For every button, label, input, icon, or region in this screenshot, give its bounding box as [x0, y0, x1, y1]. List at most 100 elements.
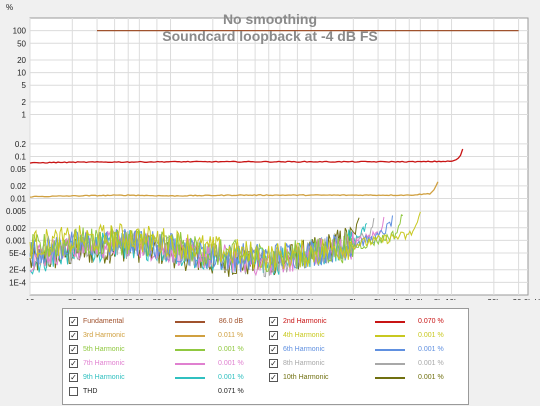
legend-swatch-line	[175, 335, 205, 337]
legend-value: 0.001 %	[218, 374, 244, 381]
legend-value: 86.0 dB	[218, 318, 243, 325]
chart-subtitle: Soundcard loopback at -4 dB FS	[162, 28, 377, 44]
y-tick-label: 20	[17, 56, 26, 65]
chart-svg: 102030405060801002003004005006008001k2k3…	[6, 3, 540, 300]
legend-value: 0.070 %	[418, 318, 444, 325]
y-tick-label: 5	[22, 81, 27, 90]
legend-value: 0.001 %	[218, 360, 244, 367]
x-tick-label: 30	[93, 298, 102, 300]
legend-checkbox-5th-harmonic[interactable]: ✓	[69, 345, 78, 354]
x-tick-label: 20	[68, 298, 77, 300]
legend-checkbox-8th-harmonic[interactable]: ✓	[269, 359, 278, 368]
legend-value: 0.001 %	[218, 346, 244, 353]
legend-checkbox-thd[interactable]	[69, 387, 78, 396]
legend-label: 6th Harmonic	[283, 346, 325, 353]
legend-label: 8th Harmonic	[283, 360, 325, 367]
legend-checkbox-10th-harmonic[interactable]: ✓	[269, 373, 278, 382]
x-tick-label: 80	[152, 298, 161, 300]
legend-label: 10th Harmonic	[283, 374, 329, 381]
y-tick-label: 0.005	[6, 207, 27, 216]
legend-swatch-line	[175, 321, 205, 323]
legend-swatch-line	[375, 321, 405, 323]
y-tick-label: 2	[22, 98, 27, 107]
legend-swatch-line	[175, 349, 205, 351]
x-tick-label: 30.0k Hz	[513, 298, 540, 300]
y-tick-label: 0.01	[10, 194, 26, 203]
legend-label: 2nd Harmonic	[283, 318, 327, 325]
x-tick-label: 300	[231, 298, 245, 300]
legend-checkbox-4th-harmonic[interactable]: ✓	[269, 331, 278, 340]
legend-checkbox-fundamental[interactable]: ✓	[69, 317, 78, 326]
legend-checkbox-3rd-harmonic[interactable]: ✓	[69, 331, 78, 340]
y-tick-label: 5E-4	[9, 249, 26, 258]
y-tick-label: 2E-4	[9, 266, 26, 275]
y-unit-label: %	[6, 3, 13, 12]
legend-swatch-line	[175, 377, 205, 379]
x-tick-label: 60	[135, 298, 144, 300]
legend-checkbox-6th-harmonic[interactable]: ✓	[269, 345, 278, 354]
legend-label: Fundamental	[83, 318, 124, 325]
x-tick-label: 20k	[487, 298, 501, 300]
y-tick-label: 10	[17, 69, 26, 78]
y-tick-label: 0.002	[6, 224, 27, 233]
legend-checkbox-9th-harmonic[interactable]: ✓	[69, 373, 78, 382]
y-tick-label: 0.1	[15, 153, 27, 162]
x-tick-label: 3k	[374, 298, 383, 300]
legend-item-3rd-harmonic: ✓ 3rd Harmonic 0.011 %	[63, 329, 263, 342]
y-tick-label: 100	[13, 27, 27, 36]
x-tick-label: 40	[110, 298, 119, 300]
y-tick-label: 0.05	[10, 165, 26, 174]
x-tick-label: 200	[206, 298, 220, 300]
legend-label: 4th Harmonic	[283, 332, 325, 339]
legend-item-fundamental: ✓ Fundamental 86.0 dB	[63, 315, 263, 328]
y-tick-label: 0.001	[6, 236, 27, 245]
legend-item-6th-harmonic: ✓ 6th Harmonic 0.001 %	[263, 343, 463, 356]
legend-row: ✓ Fundamental 86.0 dB ✓ 2nd Harmonic 0.070 %	[63, 315, 468, 328]
legend-item-5th-harmonic: ✓ 5th Harmonic 0.001 %	[63, 343, 263, 356]
x-tick-label: 10k	[445, 298, 459, 300]
legend-panel: ✓ Fundamental 86.0 dB ✓ 2nd Harmonic 0.070 % ✓…	[62, 308, 469, 405]
legend-checkbox-2nd-harmonic[interactable]: ✓	[269, 317, 278, 326]
legend-item-2nd-harmonic: ✓ 2nd Harmonic 0.070 %	[263, 315, 463, 328]
legend-item-thd: THD 0.071 %	[63, 385, 263, 398]
legend-value: 0.001 %	[418, 374, 444, 381]
legend-item-10th-harmonic: ✓ 10th Harmonic 0.001 %	[263, 371, 463, 384]
legend-swatch-line	[375, 377, 405, 379]
legend-swatch-line	[375, 335, 405, 337]
x-tick-label: 10	[26, 298, 35, 300]
x-tick-label: 2k	[349, 298, 358, 300]
y-tick-label: 0.02	[10, 182, 26, 191]
legend-item-4th-harmonic: ✓ 4th Harmonic 0.001 %	[263, 329, 463, 342]
legend-row: ✓ 7th Harmonic 0.001 % ✓ 8th Harmonic 0.001 %	[63, 357, 468, 370]
chart-title: No smoothing	[223, 11, 317, 27]
legend-value: 0.011 %	[218, 332, 244, 339]
x-tick-label: 4k	[391, 298, 400, 300]
x-tick-label: 50	[124, 298, 133, 300]
y-tick-label: 1E-4	[9, 278, 26, 287]
x-tick-label: 400	[248, 298, 262, 300]
x-tick-label: 5k	[405, 298, 414, 300]
legend-label: 9th Harmonic	[83, 374, 125, 381]
y-tick-label: 1	[22, 111, 27, 120]
legend-swatch-line	[175, 363, 205, 365]
legend-row: ✓ 5th Harmonic 0.001 % ✓ 6th Harmonic 0.001 %	[63, 343, 468, 356]
x-tick-label: 1k	[307, 298, 316, 300]
legend-label: THD	[83, 388, 98, 395]
legend-swatch-line	[375, 349, 405, 351]
legend-row: THD 0.071 %	[63, 385, 468, 398]
x-tick-label: 6k	[416, 298, 425, 300]
legend-checkbox-7th-harmonic[interactable]: ✓	[69, 359, 78, 368]
legend-value: 0.071 %	[218, 388, 244, 395]
x-tick-label: 8k	[434, 298, 443, 300]
legend-label: 3rd Harmonic	[83, 332, 126, 339]
legend-swatch-line	[375, 363, 405, 365]
legend-item-9th-harmonic: ✓ 9th Harmonic 0.001 %	[63, 371, 263, 384]
legend-value: 0.001 %	[418, 332, 444, 339]
legend-item-8th-harmonic: ✓ 8th Harmonic 0.001 %	[263, 357, 463, 370]
legend-item-7th-harmonic: ✓ 7th Harmonic 0.001 %	[63, 357, 263, 370]
x-tick-label: 100	[164, 298, 178, 300]
x-tick-label: 600	[273, 298, 287, 300]
thd-chart: 102030405060801002003004005006008001k2k3…	[0, 0, 540, 300]
legend-label: 7th Harmonic	[83, 360, 125, 367]
legend-value: 0.001 %	[418, 346, 444, 353]
